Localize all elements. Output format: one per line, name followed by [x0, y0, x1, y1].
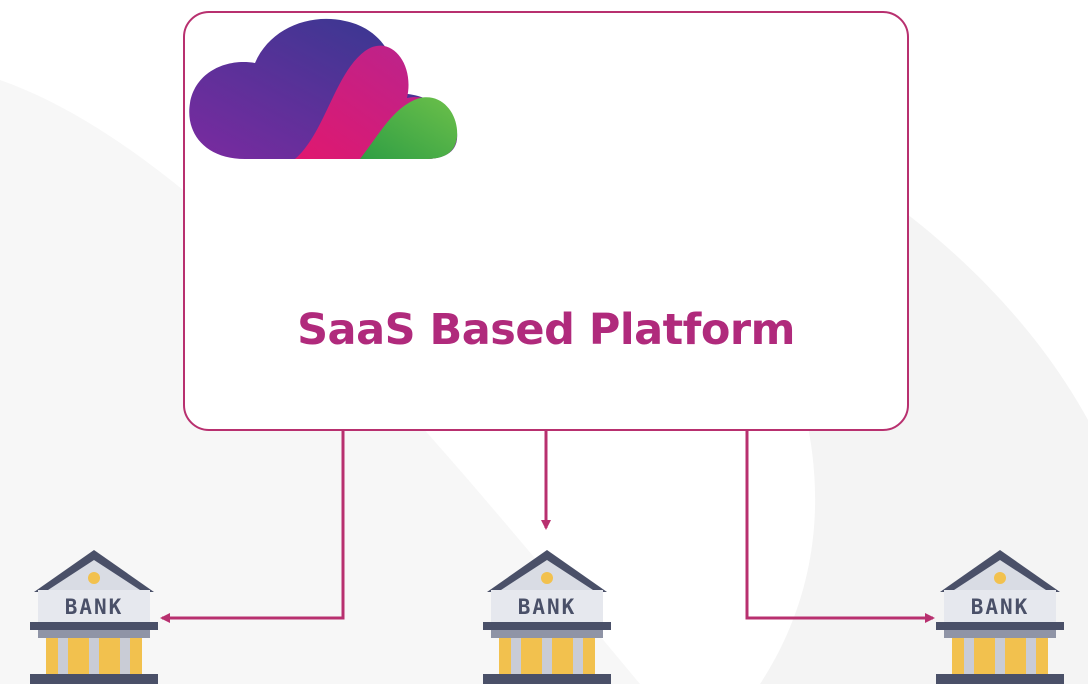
bank-icon-left: BANK [30, 550, 158, 684]
saas-platform-box: SaaS Based Platform [183, 11, 909, 431]
bank-icon-center: BANK [483, 550, 611, 684]
bank-label: BANK [518, 595, 577, 619]
bank-label: BANK [65, 595, 124, 619]
bank-label: BANK [971, 595, 1030, 619]
connector-right [745, 431, 935, 623]
connector-left [160, 431, 345, 623]
bank-icon-right: BANK [936, 550, 1064, 684]
cloud-logo-icon [189, 18, 458, 159]
platform-title: SaaS Based Platform [297, 305, 795, 355]
diagram-canvas: SaaS Based Platform BANK BANK BANK [0, 0, 1088, 684]
